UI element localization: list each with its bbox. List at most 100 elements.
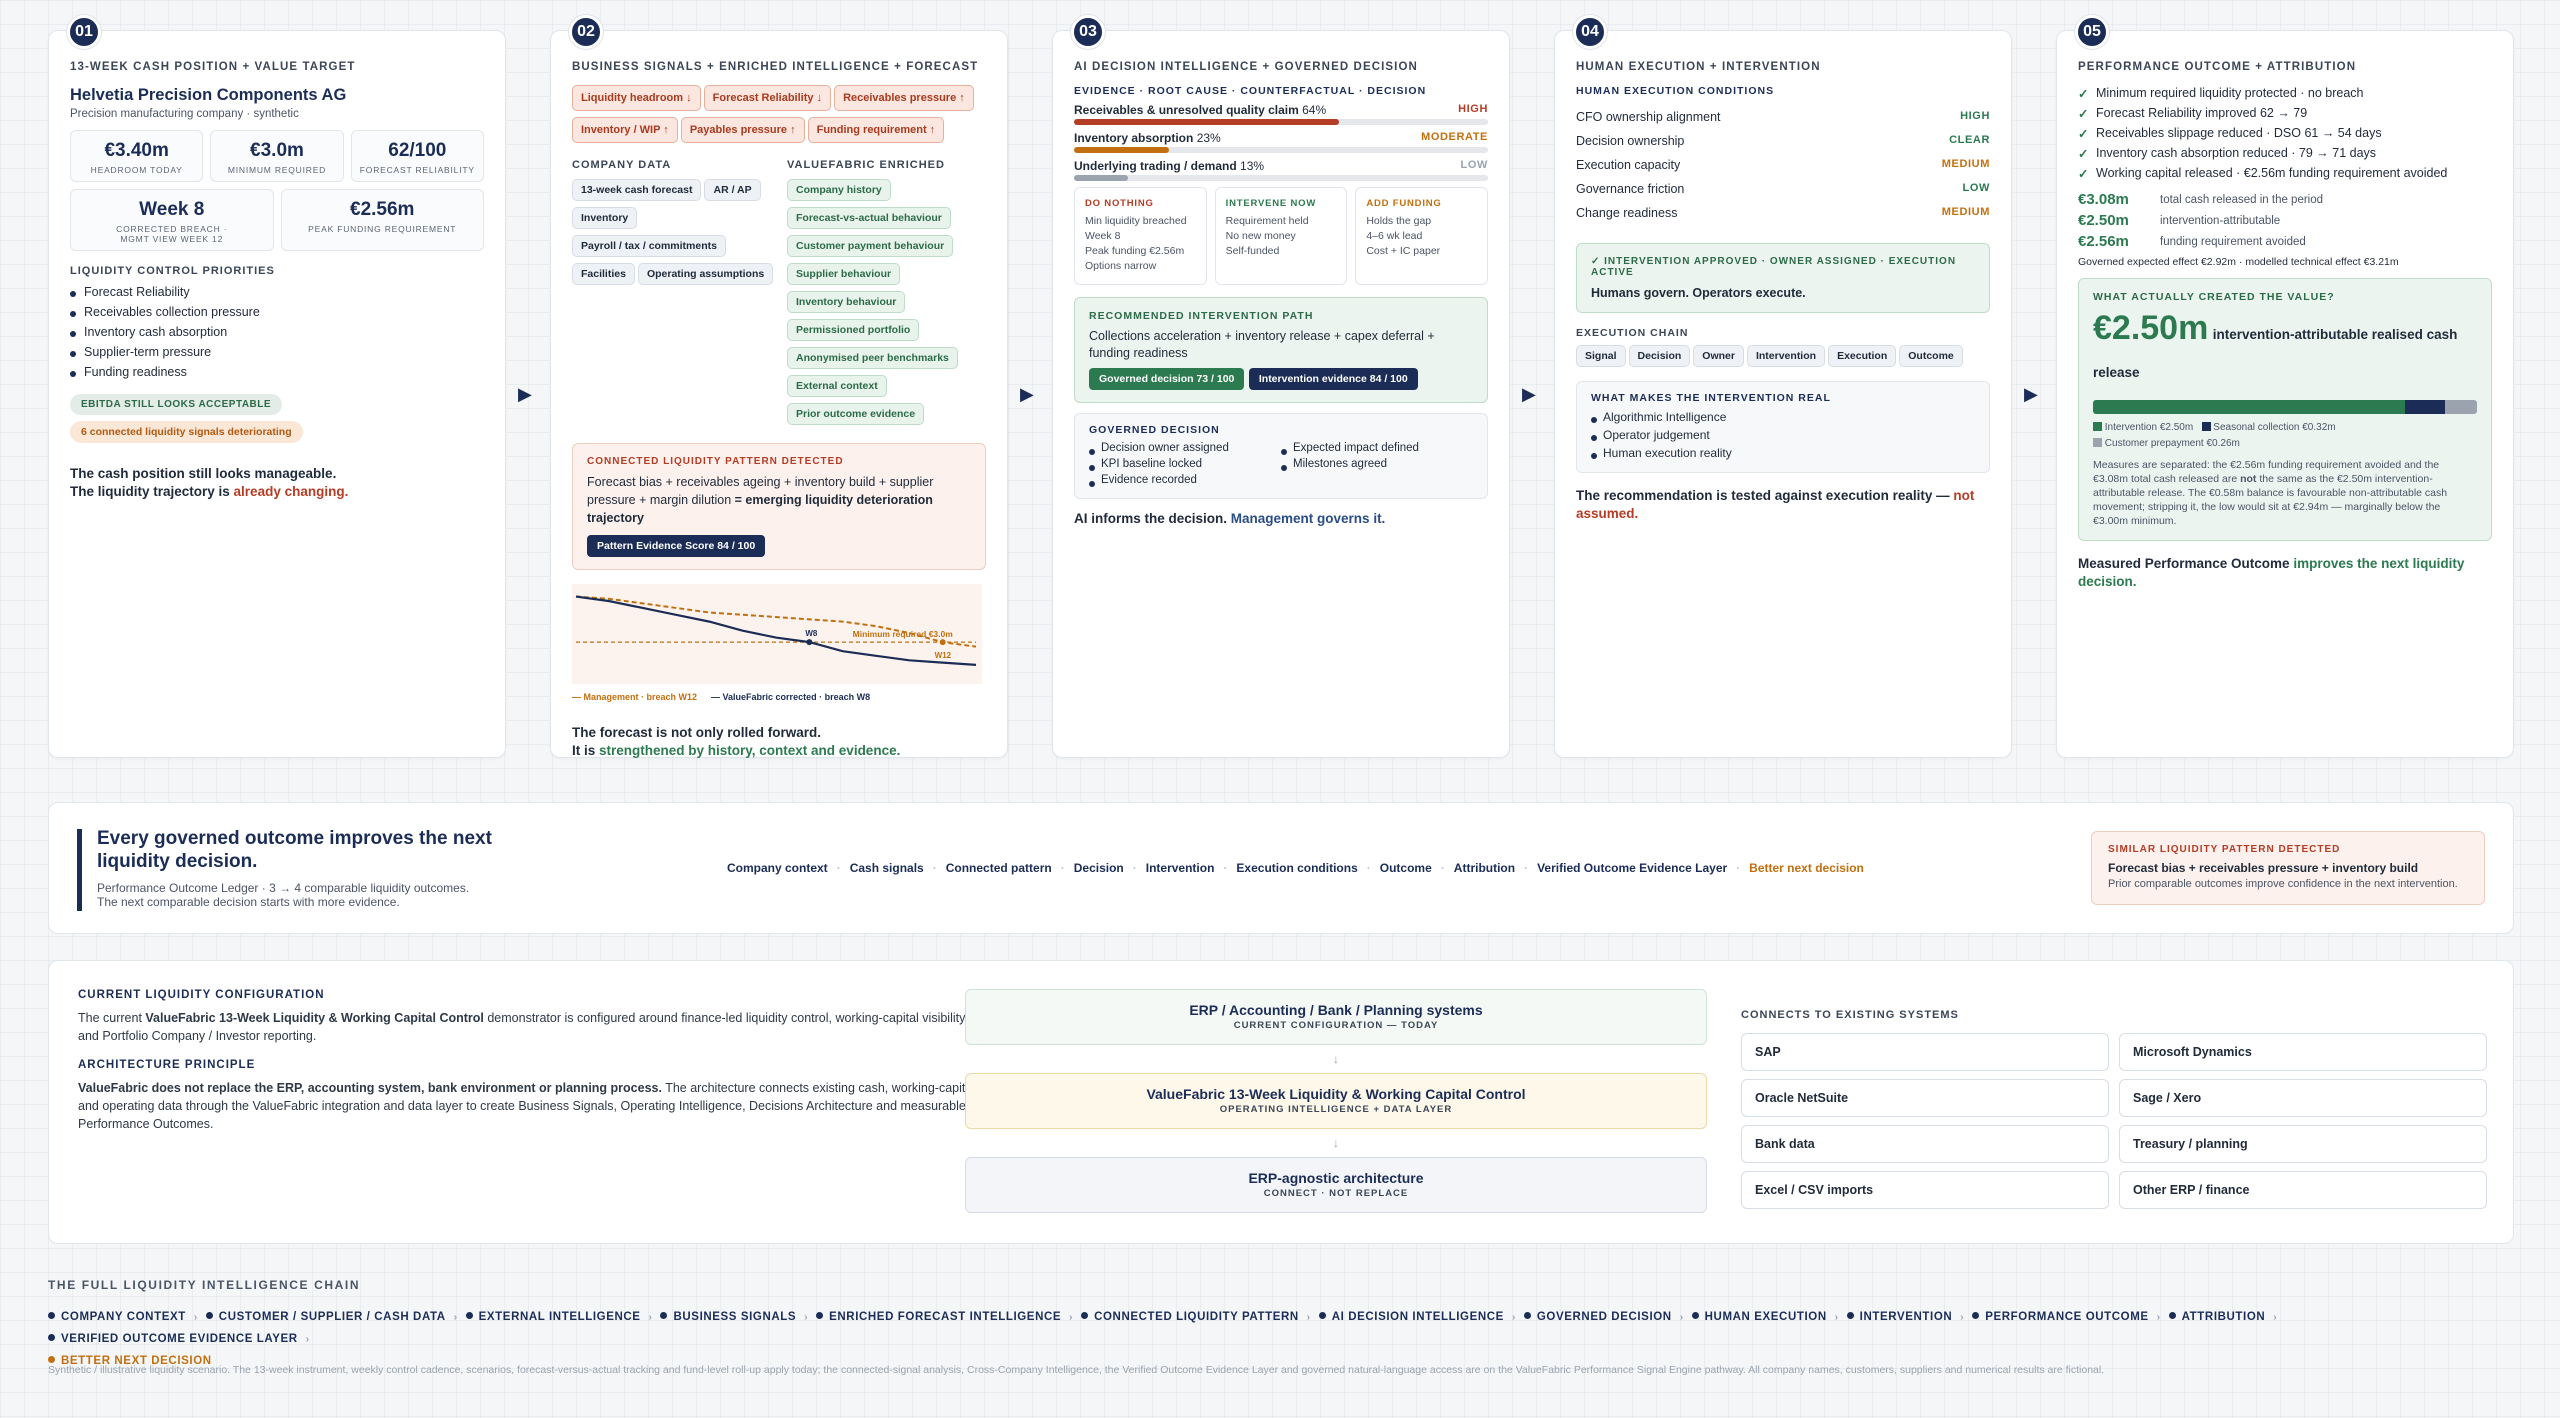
card-heading: 13-week cash position + value target — [70, 61, 356, 73]
chevron-icon: › — [1679, 1312, 1684, 1323]
system-treasury: Treasury / planning — [2119, 1125, 2487, 1163]
kpi-minimum: €3.0m Minimum required — [210, 130, 344, 182]
minimum-label: Minimum required €3.0m — [853, 629, 954, 639]
measure-note: Measures are separated: the €2.56m fundi… — [2093, 459, 2448, 527]
label-w12: W12 — [935, 651, 952, 660]
outcome-checklist: Minimum required liquidity protected · n… — [2078, 83, 2492, 183]
outcome-ledger: Every governed outcome improves the next… — [48, 802, 2514, 934]
chain-item: Intervention — [1846, 1311, 1953, 1323]
attribution-legend: Intervention €2.50m Seasonal collection … — [2093, 420, 2477, 452]
signal-chips: Liquidity headroom ↓ Forecast Reliability… — [572, 85, 986, 149]
option-do-nothing: Do nothing Min liquidity breached Week 8 Pe… — [1074, 187, 1207, 285]
dot-icon — [1081, 1312, 1089, 1319]
step-separator: · — [1132, 861, 1137, 875]
company-data-chips: 13-week cash forecast AR / APInventoryPay… — [572, 179, 777, 291]
card-heading: Performance outcome + attribution — [2078, 61, 2357, 73]
principle-heading: Architecture principle — [78, 1059, 256, 1071]
company-data-heading: Company data — [572, 159, 672, 171]
chevron-icon: › — [2273, 1312, 2278, 1323]
condition-row: Change readiness MEDIUM — [1576, 206, 1990, 220]
company-desc: Precision manufacturing company · synthe… — [70, 108, 299, 120]
step-separator: · — [1736, 861, 1741, 875]
ledger-steps: Company context · Cash signals · Connected p… — [727, 861, 1864, 875]
conditions-list: CFO ownership alignment HIGH Decision owne… — [1576, 105, 1990, 225]
governed-decision-box: Governed decision Decision owner assigne… — [1074, 413, 1488, 499]
driver-row: Receivables & unresolved quality claim 6… — [1074, 103, 1488, 117]
signals-pill: 6 connected liquidity signals deteriorat… — [70, 421, 303, 443]
attribution-segment — [2444, 400, 2477, 414]
stack-valuefabric: ValueFabric 13-Week Liquidity & Working … — [965, 1073, 1707, 1129]
stack-agnostic: ERP-agnostic architecture Connect · not r… — [965, 1157, 1707, 1213]
similar-pattern-box: Similar liquidity pattern detected Forec… — [2091, 831, 2485, 905]
ledger-step: Outcome — [1379, 861, 1432, 875]
step-badge: 02 — [569, 15, 603, 49]
ledger-title: Every governed outcome improves the next… — [97, 828, 492, 872]
card-03: 03 AI decision intelligence + governed d… — [1052, 15, 1510, 758]
arrow-icon: ▶ — [1020, 384, 1034, 404]
step-badge: 03 — [1071, 15, 1105, 49]
label-w8: W8 — [805, 629, 818, 638]
forecast-chart: W8 W12 Minimum required €3.0m — [572, 584, 982, 684]
dot-icon — [205, 1312, 213, 1319]
chart-legend: — Management · breach W12— ValueFabric c… — [572, 692, 871, 702]
condition-row: Decision ownership CLEAR — [1576, 134, 1990, 148]
driver-bar — [1074, 147, 1488, 153]
step-separator: · — [932, 861, 937, 875]
step-badge: 01 — [67, 15, 101, 49]
systems-heading: Connects to existing systems — [1741, 1009, 1959, 1021]
conditions-subheading: Human execution conditions — [1576, 85, 1775, 97]
chevron-icon: › — [1960, 1312, 1965, 1323]
card-02: 02 Business signals + enriched intellige… — [550, 15, 1008, 758]
chain-item: Governed decision — [1523, 1311, 1672, 1323]
footer-note: Synthetic / illustrative liquidity scena… — [48, 1364, 2105, 1376]
dot-icon — [465, 1312, 473, 1319]
governed-decision-score: Governed decision 73 / 100 — [1089, 368, 1245, 390]
step-separator: · — [1440, 861, 1445, 875]
card-01: 01 13-week cash position + value target … — [48, 15, 506, 758]
breach-point-w12 — [939, 639, 946, 646]
ledger-step: Attribution — [1453, 861, 1516, 875]
config-text: The current ValueFabric 13-Week Liquidit… — [78, 1011, 966, 1043]
value-created-box: What actually created the value? €2.50m … — [2078, 278, 2492, 541]
ebitda-pill: EBITDA still looks acceptable — [70, 394, 283, 415]
systems-grid: SAP Microsoft Dynamics Oracle NetSuite S… — [1741, 1033, 2487, 1209]
chain-item: Company context — [48, 1311, 186, 1323]
card5-message: Measured Performance Outcome improves th… — [2078, 556, 2465, 589]
dot-icon — [816, 1312, 824, 1319]
chain-item: Enriched forecast intelligence — [816, 1311, 1061, 1323]
execution-chain: Signal Decision Owner Intervention Execution… — [1576, 345, 1990, 373]
step-separator: · — [1060, 861, 1065, 875]
chevron-icon: › — [648, 1312, 653, 1323]
down-arrow-icon: ↓ — [1333, 1052, 1339, 1066]
chevron-icon: › — [1069, 1312, 1074, 1323]
value-summary: €3.08m total cash released in the period … — [2078, 191, 2324, 250]
step-badge: 05 — [2075, 15, 2109, 49]
driver-row: Inventory absorption 23% MODERATE — [1074, 131, 1488, 145]
system-dynamics: Microsoft Dynamics — [2119, 1033, 2487, 1071]
configuration-panel: Current liquidity configuration The curr… — [48, 960, 2514, 1244]
priorities-heading: Liquidity control priorities — [70, 265, 275, 277]
driver-row: Underlying trading / demand 13% LOW — [1074, 159, 1488, 173]
card-heading: Business signals + enriched intelligence… — [572, 61, 979, 73]
chevron-icon: › — [2156, 1312, 2161, 1323]
ledger-step: Intervention — [1145, 861, 1215, 875]
system-bank-data: Bank data — [1741, 1125, 2109, 1163]
arrow-icon: ▶ — [518, 384, 532, 404]
chevron-icon: › — [804, 1312, 809, 1323]
ledger-step: Execution conditions — [1236, 861, 1358, 875]
pattern-score: Pattern Evidence Score 84 / 100 — [587, 535, 766, 557]
chevron-icon: › — [305, 1334, 310, 1345]
full-chain-heading: The full liquidity intelligence chain — [48, 1278, 361, 1292]
chain-heading: Execution chain — [1576, 327, 1689, 339]
condition-row: CFO ownership alignment HIGH — [1576, 110, 1990, 124]
chevron-icon: › — [193, 1312, 198, 1323]
vf-enriched-chips: Company historyForecast-vs-actual behavi… — [787, 179, 967, 431]
arrow-icon: ▶ — [2024, 384, 2038, 404]
evidence-subheading: Evidence · root cause · counterfactual ·… — [1074, 85, 1427, 97]
ledger-step: Company context — [727, 861, 828, 875]
card3-message: AI informs the decision. Management gove… — [1074, 511, 1386, 526]
step-separator: · — [836, 861, 841, 875]
attribution-bar — [2093, 400, 2477, 414]
step-separator: · — [1366, 861, 1371, 875]
dot-icon — [1972, 1312, 1980, 1319]
